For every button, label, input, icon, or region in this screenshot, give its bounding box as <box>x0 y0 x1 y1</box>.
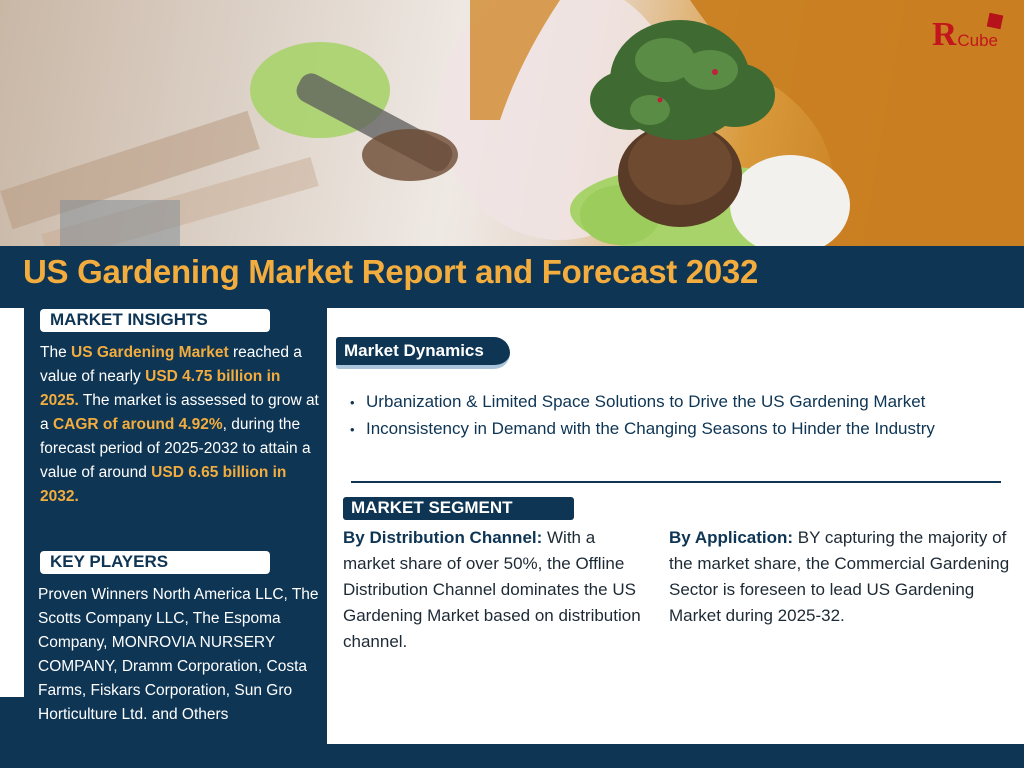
bullet-text: Inconsistency in Demand with the Changin… <box>366 419 935 438</box>
list-item: • Inconsistency in Demand with the Chang… <box>350 416 1010 443</box>
left-panel-edge <box>0 697 24 768</box>
market-segment-heading: MARKET SEGMENT <box>343 497 574 520</box>
logo-cube-icon <box>986 12 1004 30</box>
application-segment: By Application: BY capturing the majorit… <box>669 525 1014 629</box>
bullet-icon: • <box>350 395 355 410</box>
distribution-segment: By Distribution Channel: With a market s… <box>343 525 643 655</box>
logo-mark: Я <box>931 16 957 53</box>
bullet-text: Urbanization & Limited Space Solutions t… <box>366 392 926 411</box>
bullet-icon: • <box>350 422 355 437</box>
market-insights-text: The US Gardening Market reached a value … <box>40 341 320 509</box>
insight-highlight: CAGR of around 4.92% <box>52 416 223 433</box>
bottom-strip <box>327 744 1024 768</box>
section-divider <box>351 481 1001 483</box>
list-item: • Urbanization & Limited Space Solutions… <box>350 389 1010 416</box>
market-dynamics-heading: Market Dynamics <box>336 337 510 369</box>
hero-photo: Я Cube <box>0 0 1024 246</box>
page-title: US Gardening Market Report and Forecast … <box>23 253 759 290</box>
application-label: By Application: <box>669 528 794 547</box>
key-players-heading: KEY PLAYERS <box>40 551 270 574</box>
market-dynamics-list: • Urbanization & Limited Space Solutions… <box>350 389 1010 443</box>
distribution-label: By Distribution Channel: <box>343 528 543 547</box>
logo-text: Cube <box>957 31 998 50</box>
insight-highlight: US Gardening Market <box>71 344 229 361</box>
market-insights-heading: MARKET INSIGHTS <box>40 309 270 332</box>
key-players-text: Proven Winners North America LLC, The Sc… <box>38 586 319 723</box>
gardening-illustration <box>0 0 1024 246</box>
rcube-logo: Я Cube <box>931 12 1004 53</box>
insight-part: The <box>40 344 72 361</box>
